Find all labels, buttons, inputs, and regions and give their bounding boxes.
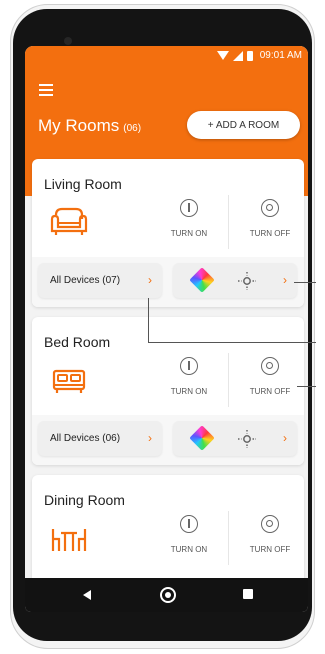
brightness-icon[interactable] — [237, 271, 257, 291]
room-card-living-room[interactable]: Living Room TURN ON TURN OFF All Devices… — [32, 159, 304, 307]
back-icon[interactable] — [83, 590, 91, 600]
turn-off-button[interactable]: TURN OFF — [239, 515, 301, 554]
annotation-line — [148, 342, 316, 343]
annotation-line — [148, 298, 149, 342]
turn-off-label: TURN OFF — [249, 229, 291, 238]
dining-table-icon — [51, 529, 87, 551]
room-controls[interactable]: › — [173, 263, 297, 298]
turn-on-label: TURN ON — [170, 387, 208, 396]
add-room-button[interactable]: + ADD A ROOM — [187, 111, 300, 139]
brightness-icon[interactable] — [237, 429, 257, 449]
room-name: Dining Room — [44, 492, 125, 508]
power-icon — [180, 357, 198, 375]
status-time: 09:01 AM — [259, 50, 302, 61]
power-off-icon — [261, 199, 279, 217]
all-devices-button[interactable]: All Devices (06) › — [38, 421, 162, 456]
turn-on-button[interactable]: TURN ON — [158, 199, 220, 238]
divider — [228, 353, 229, 407]
power-icon — [180, 199, 198, 217]
all-devices-button[interactable]: All Devices (07) › — [38, 263, 162, 298]
sofa-icon — [50, 207, 88, 235]
wifi-icon — [216, 51, 229, 60]
system-nav-bar — [25, 578, 308, 612]
room-card-bed-room[interactable]: Bed Room TURN ON TURN OFF All Devices (0… — [32, 317, 304, 465]
chevron-right-icon: › — [283, 431, 287, 445]
chevron-right-icon: › — [148, 273, 152, 287]
annotation-line — [294, 282, 316, 283]
all-devices-label: All Devices (07) — [50, 275, 121, 286]
divider — [228, 195, 229, 249]
status-bar: 09:01 AM — [25, 46, 308, 68]
page-title-text: My Rooms — [38, 116, 120, 135]
menu-icon[interactable] — [39, 84, 53, 96]
camera-icon — [64, 37, 72, 45]
turn-off-button[interactable]: TURN OFF — [239, 199, 301, 238]
power-off-icon — [261, 515, 279, 533]
turn-on-button[interactable]: TURN ON — [158, 515, 220, 554]
power-off-icon — [261, 357, 279, 375]
battery-icon — [246, 50, 253, 61]
room-controls[interactable]: › — [173, 421, 297, 456]
app-screen: 09:01 AM My Rooms (06) + ADD A ROOM Livin… — [25, 46, 308, 612]
color-picker-icon[interactable] — [189, 267, 215, 293]
turn-off-label: TURN OFF — [249, 387, 291, 396]
color-picker-icon[interactable] — [189, 425, 215, 451]
room-card-dining-room[interactable]: Dining Room TURN ON TURN OFF — [32, 475, 304, 585]
recent-apps-icon[interactable] — [243, 589, 253, 599]
power-icon — [180, 515, 198, 533]
annotation-line — [297, 386, 316, 387]
bed-icon — [52, 369, 86, 393]
turn-on-label: TURN ON — [170, 229, 208, 238]
home-icon[interactable] — [160, 587, 176, 603]
turn-on-button[interactable]: TURN ON — [158, 357, 220, 396]
all-devices-label: All Devices (06) — [50, 433, 121, 444]
signal-icon — [232, 50, 243, 61]
chevron-right-icon: › — [148, 431, 152, 445]
room-name: Living Room — [44, 176, 122, 192]
chevron-right-icon: › — [283, 273, 287, 287]
turn-off-button[interactable]: TURN OFF — [239, 357, 301, 396]
turn-on-label: TURN ON — [170, 545, 208, 554]
turn-off-label: TURN OFF — [249, 545, 291, 554]
room-count: (06) — [123, 123, 142, 134]
room-name: Bed Room — [44, 334, 111, 350]
page-title: My Rooms (06) — [38, 116, 141, 136]
divider — [228, 511, 229, 565]
